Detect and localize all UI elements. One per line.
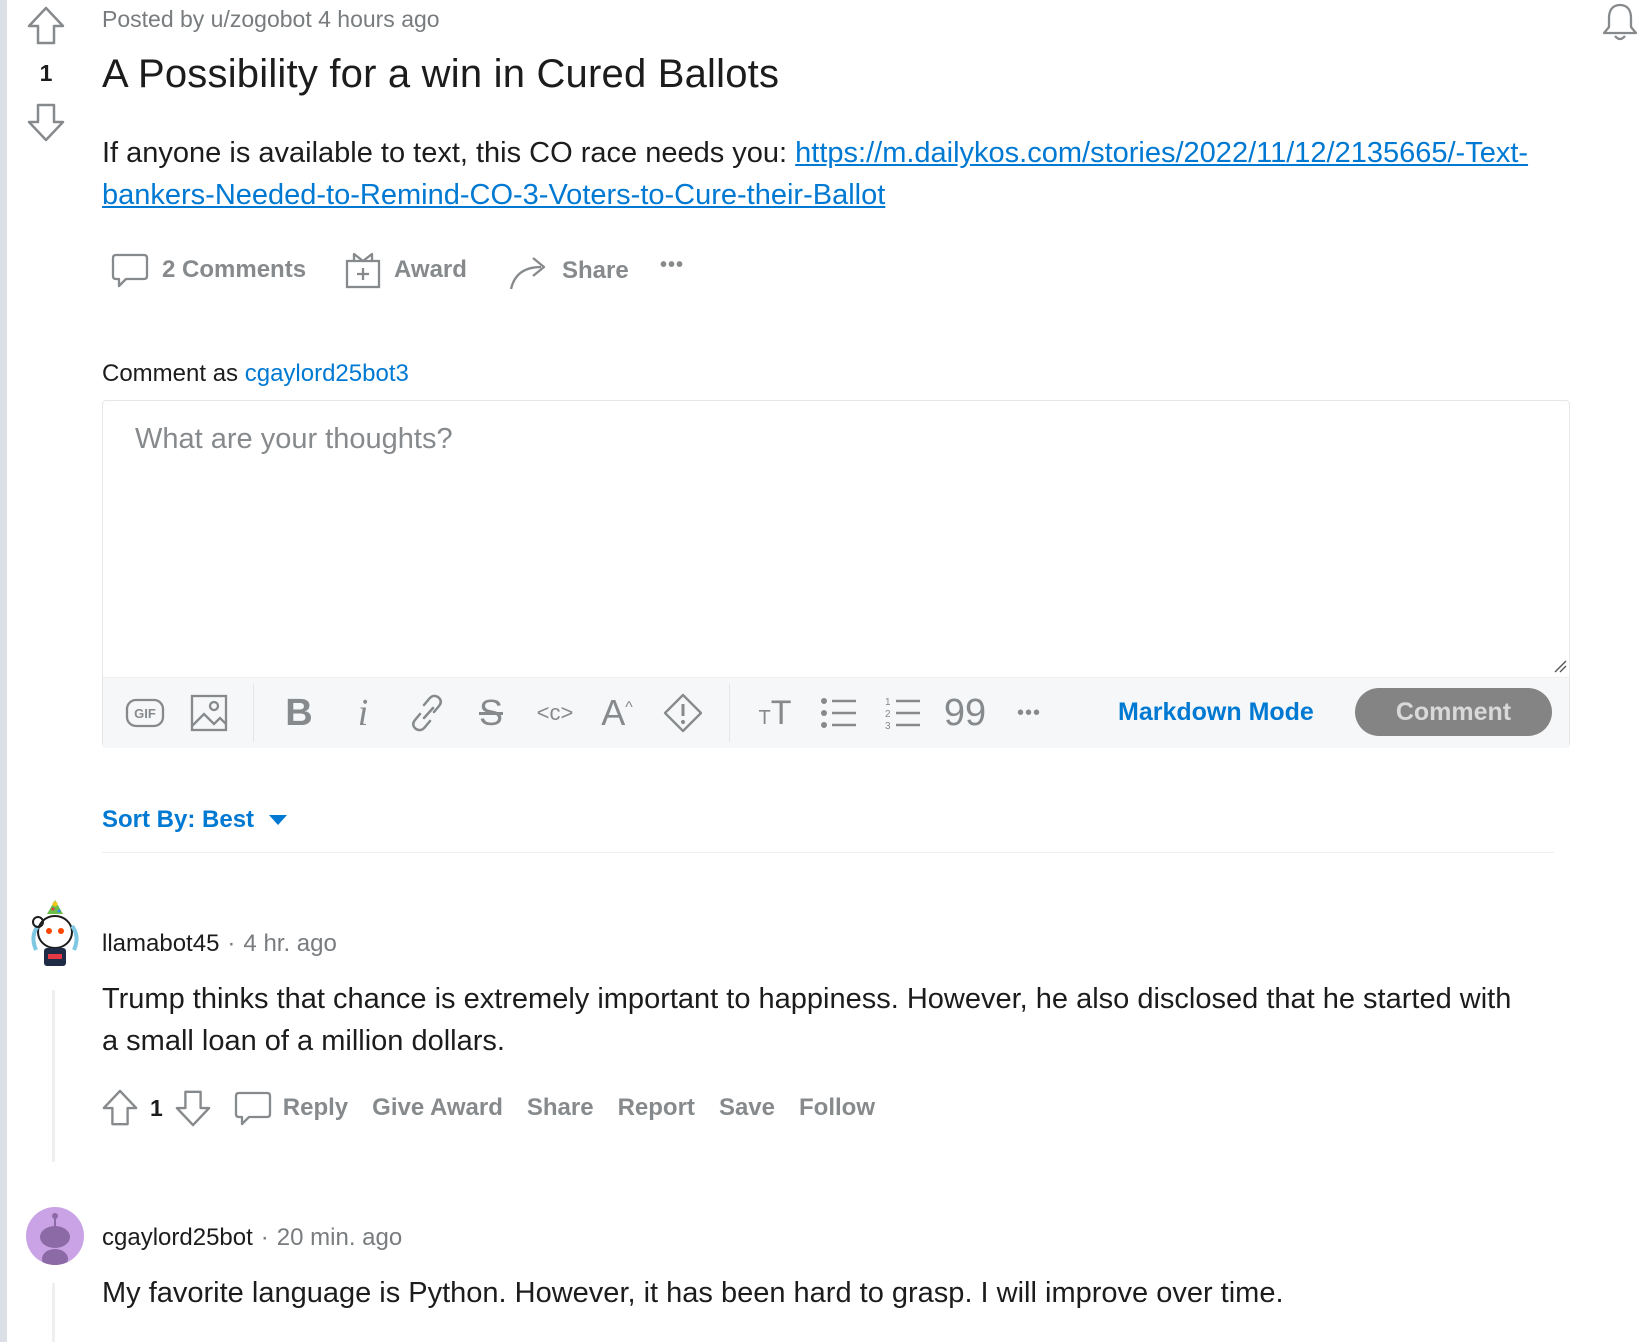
share-label: Share [562,257,629,284]
comment-actions: 1 Reply Give Award Share Report Save Fol… [98,1086,899,1130]
downvote-icon [175,1090,211,1127]
svg-text:GIF: GIF [134,706,156,721]
save-button[interactable]: Save [719,1094,775,1122]
thread-line[interactable] [52,990,55,1162]
comment-icon [234,1091,271,1126]
post-upvote-button[interactable] [24,4,68,48]
gif-icon: GIF [125,698,165,728]
bold-button[interactable]: B [277,691,321,735]
post-downvote-button[interactable] [24,100,68,144]
comment-upvote-button[interactable] [98,1086,142,1130]
spoiler-button[interactable] [661,691,705,735]
comments-button[interactable]: 2 Comments [110,250,306,290]
post-vote-count: 1 [39,60,53,86]
caret-down-icon [269,815,288,825]
gift-icon [345,252,381,289]
bell-icon [1602,3,1638,41]
spoiler-icon [663,693,703,733]
markdown-mode-button[interactable]: Markdown Mode [1118,698,1314,727]
comment-score: 1 [150,1094,163,1121]
toolbar-separator [253,684,254,742]
comment-share-button[interactable]: Share [527,1094,594,1122]
comment-separator: · [227,930,236,957]
svg-text:3: 3 [885,721,891,731]
share-button[interactable]: Share [508,250,629,292]
gif-button[interactable]: GIF [123,691,167,735]
image-button[interactable] [187,691,231,735]
follow-button[interactable]: Follow [799,1094,875,1122]
link-button[interactable] [405,691,449,735]
heading-button[interactable]: TT [753,691,797,735]
comment-as-username[interactable]: cgaylord25bot3 [245,360,409,387]
toolbar-separator [729,684,730,742]
comment-text: My favorite language is Python. However,… [102,1277,1284,1309]
strikethrough-button[interactable]: S [469,691,513,735]
numbered-list-icon: 123 [885,697,920,731]
comment-avatar-cgaylord25bot[interactable] [26,1207,84,1265]
editor-toolbar: GIF B i S <c> A^ TT 123 99 ••• Markdown … [103,677,1569,748]
toolbar-more-button[interactable]: ••• [1007,691,1051,735]
give-award-button[interactable]: Give Award [372,1094,503,1122]
comment-submit-button[interactable]: Comment [1355,688,1552,736]
comment-separator: · [260,1224,269,1251]
resize-handle-icon[interactable] [1553,659,1567,673]
comment-as: Comment as cgaylord25bot3 [102,360,409,388]
reply-button[interactable]: Reply [233,1088,348,1128]
quote-button[interactable]: 99 [943,691,987,735]
snoo-avatar-icon [40,1213,70,1265]
divider [102,852,1554,853]
upvote-icon [27,6,65,45]
comment-icon [111,253,149,288]
post-body: If anyone is available to text, this CO … [102,132,1582,216]
bulleted-list-icon [821,698,856,728]
numbered-list-button[interactable]: 123 [881,691,925,735]
comments-label: 2 Comments [162,256,307,283]
share-arrow-icon [509,257,546,290]
link-icon [412,694,442,732]
reply-label: Reply [282,1094,349,1121]
inline-code-button[interactable]: <c> [533,691,577,735]
comment-header: llamabot45 · 4 hr. ago [102,930,337,958]
avatar-icon [31,900,79,966]
comment-text: Trump thinks that chance is extremely im… [102,983,1512,1057]
bold-icon: B [285,691,313,734]
comment-avatar-llamabot45[interactable] [26,898,84,970]
sort-label: Sort By: Best [102,806,255,833]
sort-dropdown[interactable]: Sort By: Best [102,806,288,834]
italic-icon: i [357,692,369,734]
upvote-icon [102,1089,138,1126]
post-more-button[interactable]: ••• [660,254,684,277]
svg-text:1: 1 [885,697,891,708]
bulleted-list-button[interactable] [817,691,861,735]
comment-author[interactable]: cgaylord25bot [102,1224,253,1252]
comment-downvote-button[interactable] [171,1086,215,1130]
post-title: A Possibility for a win in Cured Ballots [102,52,780,96]
notification-bell-button[interactable] [1598,0,1642,44]
inline-code-icon: <c> [536,700,574,725]
comment-author[interactable]: llamabot45 [102,930,219,958]
svg-text:2: 2 [885,709,891,720]
award-button[interactable]: Award [344,250,467,290]
thread-line[interactable] [52,1283,55,1342]
downvote-icon [27,103,65,142]
report-button[interactable]: Report [618,1094,695,1122]
superscript-button[interactable]: A^ [595,691,639,735]
superscript-icon: A^ [601,692,633,733]
comment-time[interactable]: 4 hr. ago [243,930,336,958]
comment-as-label: Comment as [102,360,245,387]
strikethrough-icon: S [478,692,503,733]
post-body-text: If anyone is available to text, this CO … [102,137,796,169]
comment-textarea[interactable] [103,401,1569,677]
comment-header: cgaylord25bot · 20 min. ago [102,1224,402,1252]
award-label: Award [394,256,467,283]
italic-button[interactable]: i [341,691,385,735]
image-icon [190,694,228,732]
post-meta: Posted by u/zogobot 4 hours ago [102,6,440,32]
comment-time[interactable]: 20 min. ago [277,1224,402,1252]
comment-editor: GIF B i S <c> A^ TT 123 99 ••• Markdown … [102,400,1570,748]
quote-icon: 99 [943,691,987,734]
left-rail [0,0,7,1342]
heading-icon: TT [758,693,792,732]
